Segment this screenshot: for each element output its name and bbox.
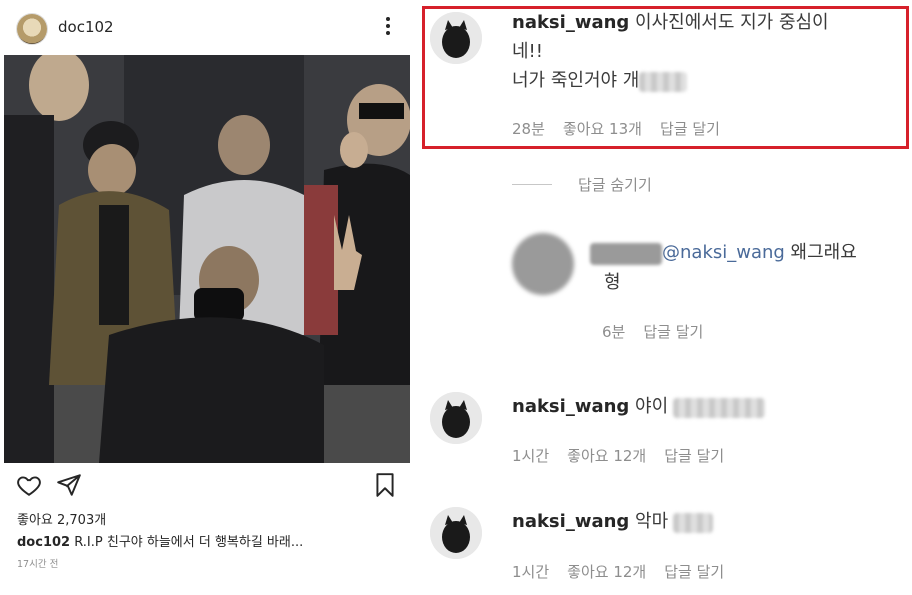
reply-button[interactable]: 답글 달기: [664, 563, 724, 581]
blurred-text: [673, 397, 766, 418]
reply-time: 6분: [602, 323, 626, 341]
reply-body: @naksi_wang 왜그래요 형: [590, 238, 910, 298]
blurred-avatar: [512, 233, 574, 295]
post-caption: doc102 R.I.P 친구야 하늘에서 더 행복하길 바래...: [17, 531, 303, 550]
comment-likes[interactable]: 좋아요 12개: [567, 447, 646, 465]
reply-meta: 6분 답글 달기: [602, 321, 721, 342]
comment-time: 1시간: [512, 563, 550, 581]
comment-meta: 1시간 좋아요 12개 답글 달기: [512, 561, 742, 582]
avatar[interactable]: [17, 14, 47, 44]
reply-button[interactable]: 답글 달기: [664, 447, 724, 465]
comment-time: 1시간: [512, 447, 550, 465]
like-count[interactable]: 좋아요 2,703개: [17, 509, 106, 528]
post-username[interactable]: doc102: [58, 18, 114, 36]
reply-reply-button[interactable]: 답글 달기: [643, 323, 703, 341]
black-cat-avatar-icon: [430, 507, 482, 559]
heart-icon[interactable]: [16, 472, 42, 498]
commenter-avatar[interactable]: [430, 507, 482, 559]
caption-username[interactable]: doc102: [17, 535, 70, 550]
comment-likes[interactable]: 좋아요 12개: [567, 563, 646, 581]
group-photo-image: [4, 55, 410, 463]
blurred-text: [673, 512, 714, 533]
reply-mention[interactable]: @naksi_wang: [662, 242, 785, 263]
blurred-username: [590, 242, 662, 265]
comment-meta: 1시간 좋아요 12개 답글 달기: [512, 445, 742, 466]
black-cat-avatar-icon: [430, 392, 482, 444]
bookmark-icon[interactable]: [372, 472, 398, 498]
comment-text: 야이: [629, 396, 669, 417]
comment-body: naksi_wang 악마: [512, 509, 714, 535]
divider-line: [512, 184, 552, 185]
comment-body: naksi_wang 야이: [512, 394, 766, 420]
comment-text: 악마: [629, 511, 669, 532]
more-options-icon[interactable]: [378, 14, 398, 44]
comment-username[interactable]: naksi_wang: [512, 511, 629, 532]
caption-text: R.I.P 친구야 하늘에서 더 행복하길 바래...: [70, 535, 304, 550]
commenter-avatar[interactable]: [430, 392, 482, 444]
reply-text: 왜그래요: [784, 242, 857, 263]
share-icon[interactable]: [56, 472, 82, 498]
reply-text-line2: 형: [604, 272, 621, 293]
post-photo[interactable]: [4, 55, 410, 463]
hide-replies-button[interactable]: 답글 숨기기: [578, 174, 652, 195]
post-timestamp: 17시간 전: [17, 559, 59, 570]
highlight-box: [422, 6, 909, 149]
comment-username[interactable]: naksi_wang: [512, 396, 629, 417]
